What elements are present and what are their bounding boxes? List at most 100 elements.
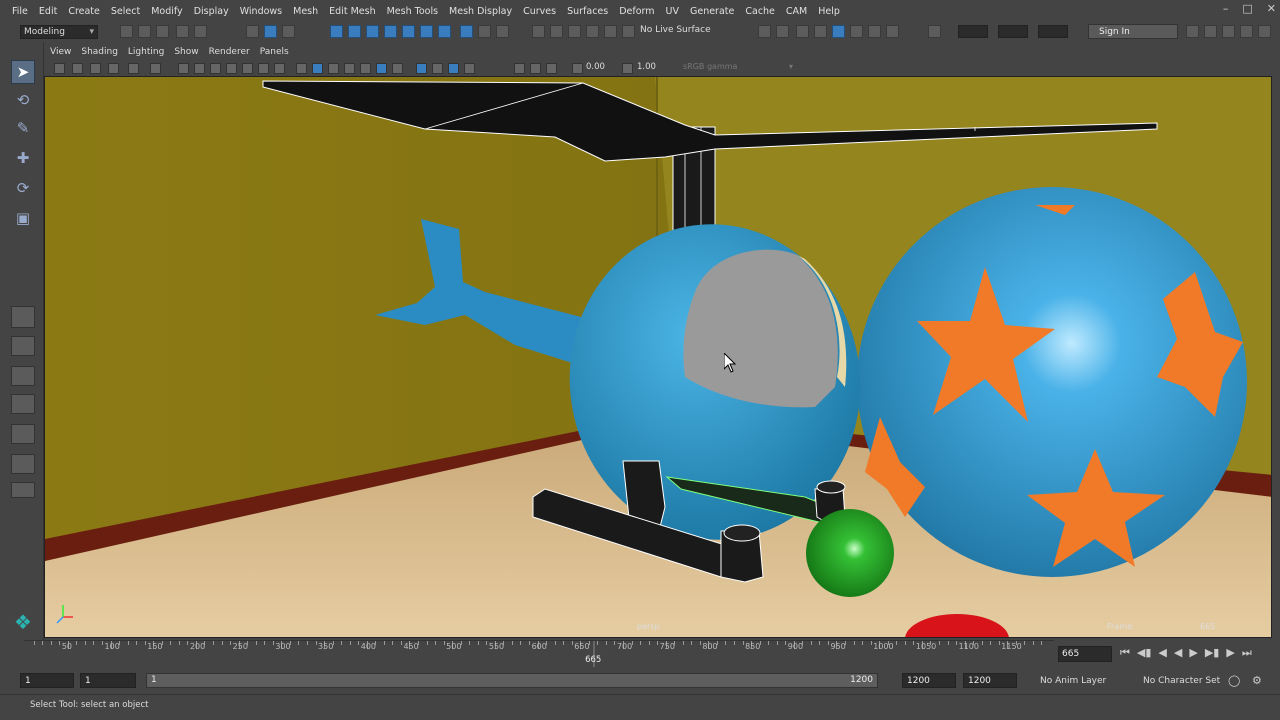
snap-surface-icon[interactable]: [420, 25, 433, 38]
resolution-gate-icon[interactable]: [210, 63, 221, 74]
safe-title-icon[interactable]: [274, 63, 285, 74]
snap-view-icon[interactable]: [402, 25, 415, 38]
snap-grid-icon[interactable]: [330, 25, 343, 38]
bookmarks-icon[interactable]: [90, 63, 101, 74]
minimize-icon[interactable]: –: [1223, 2, 1229, 15]
step-back-key-icon[interactable]: ◀: [1158, 646, 1166, 660]
menu-mesh-tools[interactable]: Mesh Tools: [387, 6, 438, 17]
save-scene-icon[interactable]: [156, 25, 169, 38]
snap-curve-icon[interactable]: [348, 25, 361, 38]
screen-space-ao-icon[interactable]: [416, 63, 427, 74]
depth-of-field-icon[interactable]: [464, 63, 475, 74]
menu-curves[interactable]: Curves: [523, 6, 556, 17]
sign-in-button[interactable]: Sign In: [1088, 24, 1178, 39]
rotate-tool-icon[interactable]: ⟳: [11, 176, 35, 200]
input-ops-icon[interactable]: [532, 25, 545, 38]
range-slider[interactable]: 1 1200: [146, 673, 878, 688]
go-to-start-icon[interactable]: ⏮: [1120, 646, 1130, 660]
anti-aliasing-icon[interactable]: [448, 63, 459, 74]
close-icon[interactable]: ✕: [1267, 2, 1276, 15]
outliner-layout-icon[interactable]: [11, 454, 35, 474]
menu-display[interactable]: Display: [194, 6, 229, 17]
z-field[interactable]: [1038, 25, 1068, 38]
y-field[interactable]: [998, 25, 1028, 38]
magnet-icon[interactable]: [496, 25, 509, 38]
end-time-field[interactable]: 1200: [963, 673, 1017, 688]
wireframe-on-shaded-icon[interactable]: [344, 63, 355, 74]
channel-box-icon[interactable]: [1240, 25, 1253, 38]
playback-end-field[interactable]: 1200: [902, 673, 956, 688]
select-object-icon[interactable]: [264, 25, 277, 38]
wireframe-icon[interactable]: [296, 63, 307, 74]
scale-tool-icon[interactable]: ▣: [11, 206, 35, 230]
grid-icon[interactable]: [178, 63, 189, 74]
use-all-lights-icon[interactable]: [376, 63, 387, 74]
help-icon[interactable]: [460, 25, 473, 38]
menu-select[interactable]: Select: [111, 6, 140, 17]
four-view-icon[interactable]: [11, 336, 35, 356]
new-scene-icon[interactable]: [120, 25, 133, 38]
lasso-tool-icon[interactable]: ⟲: [11, 88, 35, 112]
hypershade-icon[interactable]: [832, 25, 845, 38]
shadows-icon[interactable]: [392, 63, 403, 74]
isolate-select-icon[interactable]: [514, 63, 525, 74]
menu-file[interactable]: File: [12, 6, 28, 17]
current-frame-field[interactable]: 665: [1058, 646, 1112, 662]
live-object-icon[interactable]: [622, 25, 635, 38]
lasso-icon[interactable]: [604, 25, 617, 38]
perspective-viewport[interactable]: persp Frame: 665: [44, 76, 1272, 638]
menu-edit[interactable]: Edit: [39, 6, 57, 17]
transform-mode-icon[interactable]: [928, 25, 941, 38]
panel-menu-view[interactable]: View: [50, 47, 71, 57]
snap-live-icon[interactable]: [438, 25, 451, 38]
render-settings-icon[interactable]: [814, 25, 827, 38]
go-to-end-icon[interactable]: ⏭: [1242, 646, 1252, 660]
select-component-icon[interactable]: [282, 25, 295, 38]
character-set-dropdown[interactable]: No Character Set: [1143, 676, 1220, 686]
2d-pan-zoom-icon[interactable]: [128, 63, 139, 74]
move-tool-icon[interactable]: ✚: [11, 146, 35, 170]
exposure-icon[interactable]: [572, 63, 583, 74]
snap-projected-icon[interactable]: [384, 25, 397, 38]
safe-action-icon[interactable]: [258, 63, 269, 74]
panel-menu-renderer[interactable]: Renderer: [209, 47, 250, 57]
xray-joints-icon[interactable]: [546, 63, 557, 74]
menu-windows[interactable]: Windows: [240, 6, 282, 17]
panel-menu-shading[interactable]: Shading: [81, 47, 118, 57]
step-forward-key-icon[interactable]: ▶▮: [1205, 646, 1220, 660]
select-pivot-icon[interactable]: [586, 25, 599, 38]
menu-cam[interactable]: CAM: [786, 6, 807, 17]
menu-uv[interactable]: UV: [666, 6, 679, 17]
color-space-dropdown[interactable]: sRGB gamma ▾: [683, 62, 795, 74]
output-ops-icon[interactable]: [550, 25, 563, 38]
menu-generate[interactable]: Generate: [690, 6, 734, 17]
panel-menu-show[interactable]: Show: [174, 47, 198, 57]
x-field[interactable]: [958, 25, 988, 38]
open-scene-icon[interactable]: [138, 25, 151, 38]
anim-layer-dropdown[interactable]: No Anim Layer: [1040, 676, 1106, 686]
gamma-field[interactable]: 1.00: [637, 62, 667, 74]
undo-icon[interactable]: [176, 25, 189, 38]
side-by-side-icon[interactable]: [11, 366, 35, 386]
snap-point-icon[interactable]: [366, 25, 379, 38]
persp-outliner-icon[interactable]: [11, 424, 35, 444]
render-view-icon[interactable]: [758, 25, 771, 38]
light-editor-icon[interactable]: [868, 25, 881, 38]
redo-icon[interactable]: [194, 25, 207, 38]
camera-attributes-icon[interactable]: [72, 63, 83, 74]
gate-mask-icon[interactable]: [226, 63, 237, 74]
menu-edit-mesh[interactable]: Edit Mesh: [329, 6, 375, 17]
step-forward-icon[interactable]: ▶: [1226, 646, 1234, 660]
maximize-icon[interactable]: □: [1242, 2, 1252, 15]
film-gate-icon[interactable]: [194, 63, 205, 74]
select-tool-icon[interactable]: ➤: [11, 60, 35, 84]
tool-settings-icon[interactable]: [1222, 25, 1235, 38]
step-back-icon[interactable]: ◀▮: [1137, 646, 1152, 660]
menu-deform[interactable]: Deform: [619, 6, 654, 17]
playback-start-field[interactable]: 1: [80, 673, 136, 688]
panel-menu-panels[interactable]: Panels: [260, 47, 289, 57]
gamma-icon[interactable]: [622, 63, 633, 74]
pause-icon[interactable]: [886, 25, 899, 38]
start-time-field[interactable]: 1: [20, 673, 74, 688]
default-material-icon[interactable]: [328, 63, 339, 74]
